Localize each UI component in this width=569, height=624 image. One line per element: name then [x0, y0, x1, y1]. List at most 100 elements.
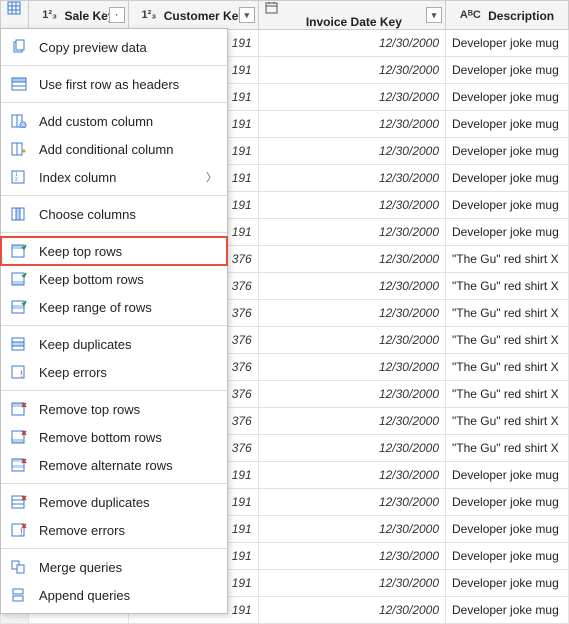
menu-index-column[interactable]: 12 Index column 〉 — [1, 163, 227, 191]
cell-invoice-date[interactable]: 12/30/2000 — [258, 381, 445, 408]
menu-keep-duplicates[interactable]: Keep duplicates — [1, 330, 227, 358]
cell-invoice-date[interactable]: 12/30/2000 — [258, 219, 445, 246]
cell-description[interactable]: "The Gu" red shirt X — [446, 273, 569, 300]
keep-bottom-icon — [9, 270, 29, 288]
menu-remove-errors[interactable]: ! Remove errors — [1, 516, 227, 544]
menu-remove-duplicates[interactable]: Remove duplicates — [1, 488, 227, 516]
cell-invoice-date[interactable]: 12/30/2000 — [258, 435, 445, 462]
cell-description[interactable]: Developer joke mug — [446, 543, 569, 570]
cell-description[interactable]: "The Gu" red shirt X — [446, 408, 569, 435]
headers-icon — [9, 75, 29, 93]
cell-description[interactable]: Developer joke mug — [446, 219, 569, 246]
cell-invoice-date[interactable]: 12/30/2000 — [258, 570, 445, 597]
menu-separator — [1, 232, 227, 233]
svg-text:2: 2 — [15, 177, 18, 183]
cell-invoice-date[interactable]: 12/30/2000 — [258, 30, 445, 57]
menu-keep-top-rows[interactable]: Keep top rows — [1, 237, 227, 265]
cell-invoice-date[interactable]: 12/30/2000 — [258, 327, 445, 354]
cell-invoice-date[interactable]: 12/30/2000 — [258, 516, 445, 543]
cell-description[interactable]: "The Gu" red shirt X — [446, 435, 569, 462]
cell-description[interactable]: Developer joke mug — [446, 597, 569, 624]
cell-invoice-date[interactable]: 12/30/2000 — [258, 165, 445, 192]
menu-add-conditional-column[interactable]: Add conditional column — [1, 135, 227, 163]
menu-keep-bottom-rows[interactable]: Keep bottom rows — [1, 265, 227, 293]
filter-button[interactable]: ▾ — [426, 7, 442, 23]
cell-description[interactable]: Developer joke mug — [446, 138, 569, 165]
menu-append-queries[interactable]: Append queries — [1, 581, 227, 609]
cell-description[interactable]: "The Gu" red shirt X — [446, 327, 569, 354]
remove-errors-icon: ! — [9, 521, 29, 539]
menu-separator — [1, 548, 227, 549]
cell-description[interactable]: Developer joke mug — [446, 192, 569, 219]
number-type-icon: 1²₃ — [141, 9, 156, 21]
cell-invoice-date[interactable]: 12/30/2000 — [258, 489, 445, 516]
menu-remove-top-rows[interactable]: Remove top rows — [1, 395, 227, 423]
cell-description[interactable]: "The Gu" red shirt X — [446, 354, 569, 381]
cell-description[interactable]: Developer joke mug — [446, 462, 569, 489]
remove-duplicates-icon — [9, 493, 29, 511]
cell-invoice-date[interactable]: 12/30/2000 — [258, 273, 445, 300]
cell-invoice-date[interactable]: 12/30/2000 — [258, 354, 445, 381]
menu-copy-preview[interactable]: Copy preview data — [1, 33, 227, 61]
cell-invoice-date[interactable]: 12/30/2000 — [258, 84, 445, 111]
menu-use-first-row[interactable]: Use first row as headers — [1, 70, 227, 98]
cell-invoice-date[interactable]: 12/30/2000 — [258, 57, 445, 84]
remove-bottom-icon — [9, 428, 29, 446]
keep-top-icon — [9, 242, 29, 260]
remove-top-icon — [9, 400, 29, 418]
choose-columns-icon — [9, 205, 29, 223]
cell-description[interactable]: Developer joke mug — [446, 30, 569, 57]
cell-invoice-date[interactable]: 12/30/2000 — [258, 111, 445, 138]
column-header-sale-key[interactable]: 1²₃ Sale Key ↓ · — [28, 1, 128, 30]
keep-errors-icon: ! — [9, 363, 29, 381]
menu-merge-queries[interactable]: Merge queries — [1, 553, 227, 581]
menu-keep-range-rows[interactable]: Keep range of rows — [1, 293, 227, 321]
sort-asc-icon: ↓ — [101, 10, 106, 21]
cell-description[interactable]: "The Gu" red shirt X — [446, 300, 569, 327]
column-header-invoice-date[interactable]: Invoice Date Key ▾ — [258, 1, 445, 30]
menu-keep-errors[interactable]: ! Keep errors — [1, 358, 227, 386]
column-header-description[interactable]: AᴮC Description — [446, 1, 569, 30]
cell-description[interactable]: "The Gu" red shirt X — [446, 246, 569, 273]
date-type-icon — [265, 1, 439, 14]
remove-alternate-icon — [9, 456, 29, 474]
text-type-icon: AᴮC — [460, 9, 481, 21]
cell-invoice-date[interactable]: 12/30/2000 — [258, 300, 445, 327]
column-header-customer-key[interactable]: 1²₃ Customer Key ▾ — [128, 1, 258, 30]
cell-invoice-date[interactable]: 12/30/2000 — [258, 192, 445, 219]
menu-separator — [1, 325, 227, 326]
menu-separator — [1, 483, 227, 484]
cell-invoice-date[interactable]: 12/30/2000 — [258, 597, 445, 624]
number-type-icon: 1²₃ — [42, 9, 57, 21]
table-icon — [7, 1, 22, 15]
index-column-icon: 12 — [9, 168, 29, 186]
filter-button[interactable]: ▾ — [239, 7, 255, 23]
svg-text:⚙: ⚙ — [21, 123, 26, 128]
cell-description[interactable]: Developer joke mug — [446, 570, 569, 597]
table-corner-button[interactable] — [1, 1, 29, 30]
cell-description[interactable]: Developer joke mug — [446, 165, 569, 192]
cell-description[interactable]: Developer joke mug — [446, 516, 569, 543]
svg-text:!: ! — [20, 369, 23, 379]
filter-button[interactable]: · — [109, 7, 125, 23]
menu-remove-bottom-rows[interactable]: Remove bottom rows — [1, 423, 227, 451]
menu-choose-columns[interactable]: Choose columns — [1, 200, 227, 228]
cell-invoice-date[interactable]: 12/30/2000 — [258, 246, 445, 273]
merge-icon — [9, 558, 29, 576]
append-icon — [9, 586, 29, 604]
cell-description[interactable]: Developer joke mug — [446, 84, 569, 111]
menu-separator — [1, 65, 227, 66]
cell-description[interactable]: Developer joke mug — [446, 111, 569, 138]
keep-range-icon — [9, 298, 29, 316]
menu-remove-alternate-rows[interactable]: Remove alternate rows — [1, 451, 227, 479]
cell-invoice-date[interactable]: 12/30/2000 — [258, 138, 445, 165]
cell-description[interactable]: Developer joke mug — [446, 57, 569, 84]
cell-invoice-date[interactable]: 12/30/2000 — [258, 462, 445, 489]
menu-separator — [1, 390, 227, 391]
cell-invoice-date[interactable]: 12/30/2000 — [258, 408, 445, 435]
cell-description[interactable]: Developer joke mug — [446, 489, 569, 516]
add-column-icon: ⚙ — [9, 112, 29, 130]
cell-invoice-date[interactable]: 12/30/2000 — [258, 543, 445, 570]
menu-add-custom-column[interactable]: ⚙ Add custom column — [1, 107, 227, 135]
cell-description[interactable]: "The Gu" red shirt X — [446, 381, 569, 408]
